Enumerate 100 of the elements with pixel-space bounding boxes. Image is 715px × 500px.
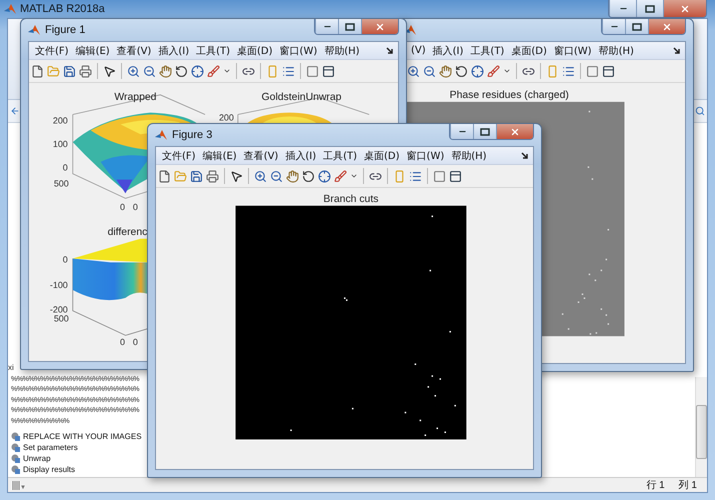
- matlab-logo-icon: [155, 129, 167, 141]
- rotate-icon[interactable]: [455, 64, 468, 78]
- menu-item[interactable]: (V): [409, 45, 428, 56]
- dock-icon[interactable]: [521, 152, 529, 160]
- close-icon: [375, 22, 385, 32]
- caret-icon[interactable]: [350, 172, 358, 180]
- menu-item[interactable]: 窗口(W): [404, 148, 446, 162]
- brush-icon[interactable]: [487, 64, 500, 78]
- menu-item[interactable]: 编辑(E): [74, 44, 112, 58]
- dock-icon[interactable]: [673, 46, 681, 54]
- legend-icon[interactable]: [409, 170, 422, 182]
- legend-icon[interactable]: [282, 64, 295, 78]
- menu-item[interactable]: 插入(I): [283, 148, 318, 162]
- panel-icon[interactable]: [602, 64, 615, 78]
- menu-item[interactable]: 查看(V): [242, 148, 280, 162]
- menu-item[interactable]: 工具(T): [321, 148, 360, 162]
- menu-item[interactable]: 帮助(H): [322, 44, 362, 58]
- data-cursor-icon[interactable]: [471, 64, 484, 78]
- square-icon[interactable]: [433, 170, 446, 182]
- code-section-item[interactable]: Display results: [23, 465, 76, 474]
- rotate-icon[interactable]: [175, 64, 188, 78]
- close-button[interactable]: [648, 19, 685, 34]
- hand-icon[interactable]: [439, 64, 452, 78]
- panel-icon[interactable]: [322, 64, 335, 78]
- tick-label: 0: [62, 254, 68, 264]
- tick-label: 0: [132, 337, 138, 348]
- square-icon[interactable]: [306, 64, 319, 78]
- hand-icon[interactable]: [159, 64, 172, 78]
- menu-item[interactable]: 文件(F): [160, 148, 198, 162]
- brush-icon[interactable]: [334, 170, 347, 182]
- menu-item[interactable]: 文件(F): [33, 44, 71, 58]
- save-icon[interactable]: [190, 170, 203, 182]
- menu-item[interactable]: 桌面(D): [362, 148, 402, 162]
- zoom-in-icon[interactable]: [127, 64, 140, 78]
- menu-item[interactable]: 窗口(W): [278, 44, 320, 58]
- close-button[interactable]: [496, 124, 533, 139]
- menu-item[interactable]: 桌面(D): [509, 44, 549, 58]
- menu-item[interactable]: 工具(T): [468, 44, 506, 58]
- new-file-icon[interactable]: [158, 170, 171, 182]
- maximize-button[interactable]: [625, 19, 648, 34]
- scrollbar[interactable]: [695, 377, 707, 477]
- print-icon[interactable]: [79, 64, 92, 78]
- menu-item[interactable]: 窗口(W): [552, 44, 594, 58]
- zoom-out-icon[interactable]: [143, 64, 156, 78]
- menu-item[interactable]: 查看(V): [114, 44, 154, 58]
- pointer-icon[interactable]: [103, 64, 116, 78]
- close-button[interactable]: [663, 0, 706, 17]
- legend-icon[interactable]: [562, 64, 575, 78]
- maximize-button[interactable]: [338, 19, 361, 34]
- tick-label: 0: [120, 202, 125, 212]
- menu-item[interactable]: 插入(I): [430, 44, 466, 58]
- pointer-icon[interactable]: [230, 170, 243, 182]
- zoom-out-icon[interactable]: [423, 64, 436, 78]
- zoom-out-icon[interactable]: [270, 170, 283, 182]
- editor-tab[interactable]: xi: [8, 362, 14, 372]
- new-file-icon[interactable]: [31, 64, 44, 78]
- plot-title: differenc: [108, 226, 148, 238]
- close-icon: [680, 4, 690, 14]
- square-icon[interactable]: [586, 64, 599, 78]
- code-section-item[interactable]: Unwrap: [23, 454, 51, 463]
- caret-icon[interactable]: [223, 67, 231, 75]
- save-icon[interactable]: [63, 64, 76, 78]
- menu-item[interactable]: 工具(T): [194, 44, 232, 58]
- tick-label: 500: [54, 178, 69, 188]
- rotate-icon[interactable]: [302, 170, 315, 182]
- menu-item[interactable]: 插入(I): [156, 44, 192, 58]
- maximize-button[interactable]: [473, 124, 496, 139]
- section-icon: [11, 443, 20, 452]
- close-button[interactable]: [361, 19, 398, 34]
- brush-icon[interactable]: [207, 64, 220, 78]
- dock-icon[interactable]: [386, 46, 394, 54]
- colorbar-icon[interactable]: [393, 170, 406, 182]
- code-section-item[interactable]: REPLACE WITH YOUR IMAGES: [23, 432, 142, 441]
- maximize-button[interactable]: [636, 0, 663, 17]
- hand-icon[interactable]: [286, 170, 299, 182]
- menu-item[interactable]: 帮助(H): [449, 148, 489, 162]
- caret-icon[interactable]: [503, 67, 511, 75]
- grip-icon[interactable]: [12, 480, 26, 490]
- data-cursor-icon[interactable]: [318, 170, 331, 182]
- tick-label: -200: [50, 304, 68, 315]
- zoom-in-icon[interactable]: [407, 64, 420, 78]
- maximize-icon: [480, 128, 490, 136]
- code-section-item[interactable]: Set parameters: [23, 443, 78, 452]
- panel-icon[interactable]: [449, 170, 462, 182]
- matlab-logo-icon: [28, 24, 40, 36]
- menu-item[interactable]: 桌面(D): [235, 44, 275, 58]
- search-icon[interactable]: [695, 106, 705, 116]
- tick-label: 100: [52, 139, 68, 150]
- back-arrow-icon[interactable]: [10, 106, 20, 116]
- plot-title: Phase residues (charged): [450, 90, 569, 101]
- data-cursor-icon[interactable]: [191, 64, 204, 78]
- window-title: Figure 1: [45, 24, 86, 36]
- tick-label: 0: [120, 337, 125, 348]
- colorbar-icon[interactable]: [266, 64, 279, 78]
- menu-item[interactable]: 帮助(H): [596, 44, 636, 58]
- colorbar-icon[interactable]: [546, 64, 559, 78]
- zoom-in-icon[interactable]: [254, 170, 267, 182]
- menu-item[interactable]: 编辑(E): [200, 148, 239, 162]
- print-icon[interactable]: [206, 170, 219, 182]
- maximize-icon: [345, 22, 355, 30]
